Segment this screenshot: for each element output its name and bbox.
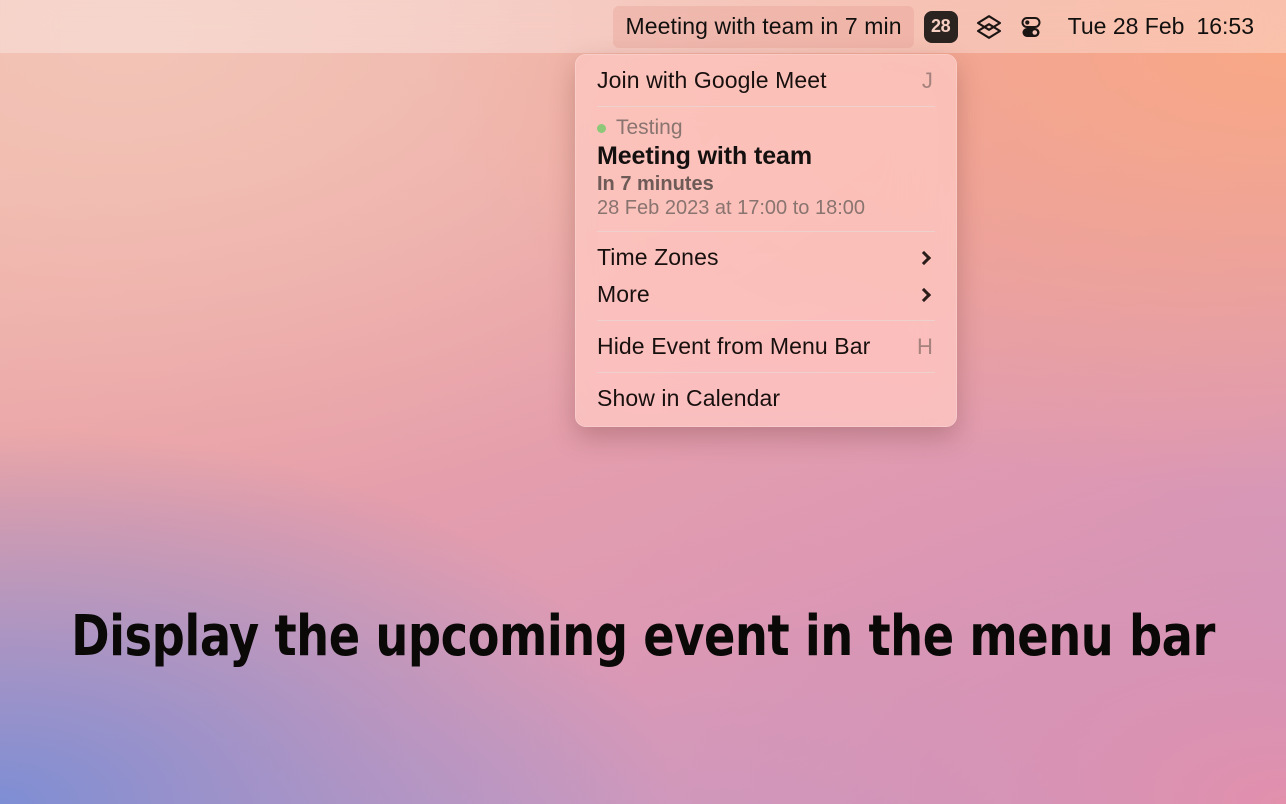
menu-separator [597,231,935,232]
event-details: Testing Meeting with team In 7 minutes 2… [575,114,957,224]
menu-separator [597,320,935,321]
clock-time: 16:53 [1196,13,1254,39]
chevron-right-icon [916,250,932,265]
control-center-icon[interactable] [1010,6,1052,48]
menu-item-join-shortcut: J [921,67,933,93]
menu-bar-clock[interactable]: Tue 28 Feb 16:53 [1052,13,1260,40]
layers-icon[interactable] [968,6,1010,48]
menu-item-hide-event-label: Hide Event from Menu Bar [597,333,871,359]
event-calendar-line: Testing [597,116,935,140]
menu-item-time-zones[interactable]: Time Zones [575,239,957,276]
menu-bar: Meeting with team in 7 min 28 Tue 28 Feb… [0,0,1286,53]
menu-item-hide-event-from-menu-bar[interactable]: Hide Event from Menu Bar H [575,328,957,365]
calendar-date-badge-label: 28 [931,16,951,36]
page-headline: Display the upcoming event in the menu b… [71,604,1215,669]
event-time-range: 28 Feb 2023 at 17:00 to 18:00 [597,197,865,219]
menu-item-more-label: More [597,281,650,307]
menu-item-time-zones-label: Time Zones [597,244,719,270]
calendar-color-dot-icon [597,123,606,133]
event-dropdown-menu: Join with Google Meet J Testing Meeting … [575,54,957,427]
menu-item-join-with-google-meet[interactable]: Join with Google Meet J [575,62,957,99]
menu-separator [597,372,935,373]
chevron-right-icon [916,287,932,302]
clock-date: Tue 28 Feb [1067,13,1185,39]
menu-item-more[interactable]: More [575,276,957,313]
desktop-wallpaper: Meeting with team in 7 min 28 Tue 28 Feb… [0,0,1286,804]
menu-bar-status-items: Meeting with team in 7 min 28 Tue 28 Feb… [613,5,1260,48]
event-relative-time: In 7 minutes [597,173,714,195]
menu-item-join-label: Join with Google Meet [597,67,827,93]
menu-bar-item-upcoming-event[interactable]: Meeting with team in 7 min [613,5,914,48]
event-title: Meeting with team [597,142,812,170]
menu-item-hide-event-shortcut: H [917,333,933,359]
calendar-date-badge-icon[interactable]: 28 [923,10,958,43]
menu-separator [597,106,935,107]
menu-bar-event-label: Meeting with team in 7 min [625,13,902,39]
menu-item-show-in-calendar[interactable]: Show in Calendar [575,380,957,417]
event-calendar-name: Testing [616,116,683,139]
menu-item-show-in-calendar-label: Show in Calendar [597,385,781,411]
